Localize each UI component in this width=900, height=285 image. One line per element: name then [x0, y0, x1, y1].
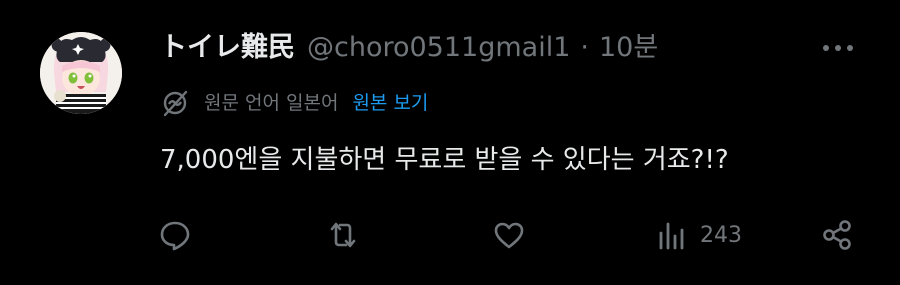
translation-row: 원문 언어 일본어 원본 보기 [160, 88, 428, 118]
show-original-link[interactable]: 원본 보기 [352, 89, 428, 117]
post: トイレ難民 @choro0511gmail1 · 10분 원문 언어 일본어 원… [0, 0, 900, 285]
repost-icon [330, 222, 356, 248]
reply-icon [160, 221, 190, 251]
views-button[interactable]: 243 [656, 214, 742, 256]
share-icon [823, 220, 851, 250]
user-handle[interactable]: @choro0511gmail1 [307, 30, 570, 66]
views-count: 243 [700, 222, 742, 248]
heart-icon [494, 222, 524, 249]
repost-button[interactable] [326, 214, 360, 256]
views-chart-icon [659, 222, 684, 250]
avatar-image [40, 32, 122, 114]
translation-label: 원문 언어 일본어 [204, 92, 339, 114]
post-header: トイレ難民 @choro0511gmail1 · 10분 [160, 30, 658, 66]
reply-button[interactable] [158, 214, 192, 256]
more-options-button[interactable] [820, 36, 856, 60]
share-button[interactable] [820, 214, 854, 256]
more-dots-icon [823, 45, 853, 51]
like-button[interactable] [492, 214, 526, 256]
post-text: 7,000엔을 지불하면 무료로 받을 수 있다는 거죠?!? [160, 145, 729, 175]
separator-dot: · [580, 32, 589, 63]
timestamp[interactable]: 10분 [599, 30, 658, 66]
avatar[interactable] [40, 32, 122, 114]
translate-globe-icon [163, 90, 188, 117]
display-name[interactable]: トイレ難民 [160, 30, 295, 66]
